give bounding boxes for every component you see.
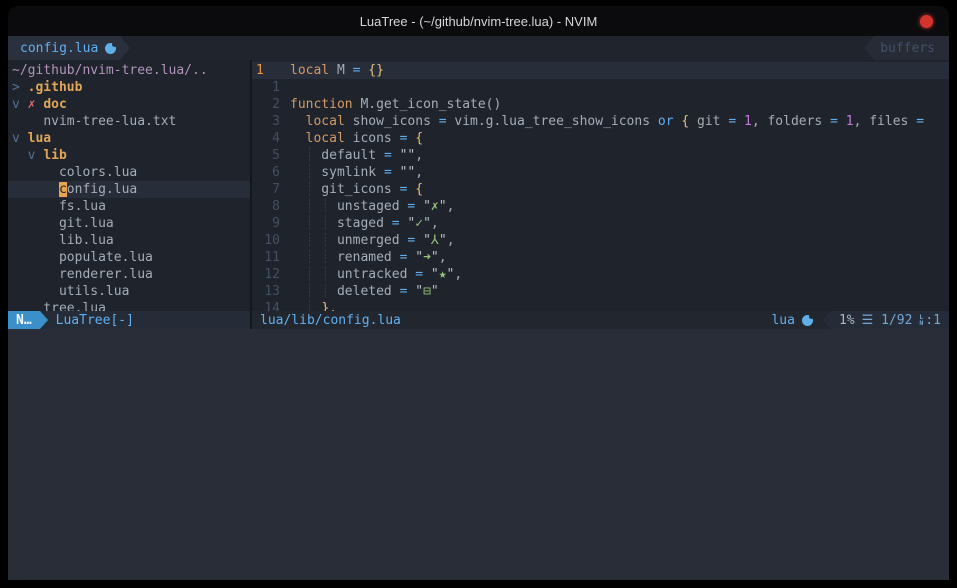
line-number: 7 [256, 181, 280, 198]
tree-row[interactable]: fs.lua [8, 198, 250, 215]
tree-row[interactable]: v lua [8, 130, 250, 147]
line-number: 1 [256, 79, 280, 96]
tree-row[interactable]: config.lua [8, 181, 250, 198]
statusline-file: lua/lib/config.lua lua 1% ☰ 1/92 LN:1 [252, 311, 949, 329]
code-line[interactable]: 1 [252, 79, 949, 96]
powerline-arrow-left-icon [864, 36, 874, 60]
code-line[interactable]: 11 ┊ ┊ renamed = "➜", [252, 249, 949, 266]
window-title: LuaTree - (~/github/nvim-tree.lua) - NVI… [360, 14, 598, 29]
lua-moon-icon [802, 315, 813, 326]
line-number: 9 [256, 215, 280, 232]
tree-row[interactable]: ~/github/nvim-tree.lua/.. [8, 62, 250, 79]
tree-row[interactable]: v ✗ doc [8, 96, 250, 113]
line-number: 14 [256, 300, 280, 311]
tree-row[interactable]: git.lua [8, 215, 250, 232]
tabline: config.lua buffers [8, 36, 949, 60]
code-line[interactable]: 6 ┊ symlink = "", [252, 164, 949, 181]
close-button[interactable] [920, 15, 933, 28]
code-panel: 1local M = {}12function M.get_icon_state… [252, 60, 949, 311]
statusline: N… LuaTree[-] lua/lib/config.lua lua 1% … [8, 311, 949, 329]
statusline-tree: N… LuaTree[-] [8, 311, 250, 329]
powerline-arrow-right-icon [120, 36, 130, 60]
tree-row[interactable]: utils.lua [8, 283, 250, 300]
powerline-arrow-left-icon [823, 311, 831, 329]
code-line[interactable]: 10 ┊ ┊ unmerged = "⅄", [252, 232, 949, 249]
terminal-window: config.lua buffers ~/github/nvim-tree.lu… [8, 36, 949, 580]
scroll-percent: 1% [839, 312, 855, 329]
line-number: 3 [256, 113, 280, 130]
line-number-icon: LN [919, 314, 923, 326]
code-line[interactable]: 12 ┊ ┊ untracked = "★", [252, 266, 949, 283]
line-number: 11 [256, 249, 280, 266]
tree-row[interactable]: colors.lua [8, 164, 250, 181]
code-line[interactable]: 13 ┊ ┊ deleted = "⊟" [252, 283, 949, 300]
line-count-indicator: ☰ 1/92 [862, 312, 913, 329]
code-line[interactable]: 1local M = {} [252, 62, 949, 79]
mode-indicator: N… [8, 311, 40, 329]
line-number: 4 [256, 130, 280, 147]
tab-config-lua[interactable]: config.lua [8, 36, 120, 60]
code-line[interactable]: 14 ┊ }, [252, 300, 949, 311]
line-number: 10 [256, 232, 280, 249]
line-number: 5 [256, 147, 280, 164]
code-line[interactable]: 4 local icons = { [252, 130, 949, 147]
code-line[interactable]: 8 ┊ ┊ unstaged = "✗", [252, 198, 949, 215]
editor-main: ~/github/nvim-tree.lua/..> .githubv ✗ do… [8, 60, 949, 311]
filetype-label: lua [771, 312, 794, 329]
tree-row[interactable]: nvim-tree-lua.txt [8, 113, 250, 130]
tree-row[interactable]: lib.lua [8, 232, 250, 249]
line-number: 2 [256, 96, 280, 113]
statusline-buffer-name: LuaTree[-] [48, 311, 134, 329]
file-tree-panel: ~/github/nvim-tree.lua/..> .githubv ✗ do… [8, 60, 250, 311]
statusline-filetype: lua [771, 311, 822, 329]
code-line[interactable]: 5 ┊ default = "", [252, 147, 949, 164]
command-line[interactable] [8, 329, 949, 580]
tree-row[interactable]: v lib [8, 147, 250, 164]
line-number: 1 [256, 62, 280, 79]
statusline-filepath: lua/lib/config.lua [252, 311, 401, 329]
powerline-arrow-right-icon [40, 311, 48, 329]
column-indicator: LN:1 [919, 312, 941, 329]
window-titlebar: LuaTree - (~/github/nvim-tree.lua) - NVI… [8, 6, 949, 36]
buffers-label[interactable]: buffers [874, 36, 949, 60]
tab-label: config.lua [20, 40, 98, 57]
code-line[interactable]: 7 ┊ git_icons = { [252, 181, 949, 198]
code-line[interactable]: 2function M.get_icon_state() [252, 96, 949, 113]
code-line[interactable]: 3 local show_icons = vim.g.lua_tree_show… [252, 113, 949, 130]
lua-moon-icon [105, 43, 116, 54]
tree-row[interactable]: > .github [8, 79, 250, 96]
line-number: 13 [256, 283, 280, 300]
line-number: 12 [256, 266, 280, 283]
tree-cursor: c [59, 182, 67, 197]
statusline-position: 1% ☰ 1/92 LN:1 [831, 311, 949, 329]
tree-row[interactable]: renderer.lua [8, 266, 250, 283]
tree-row[interactable]: populate.lua [8, 249, 250, 266]
line-number: 6 [256, 164, 280, 181]
code-line[interactable]: 9 ┊ ┊ staged = "✓", [252, 215, 949, 232]
tree-row[interactable]: tree.lua [8, 300, 250, 311]
line-number: 8 [256, 198, 280, 215]
